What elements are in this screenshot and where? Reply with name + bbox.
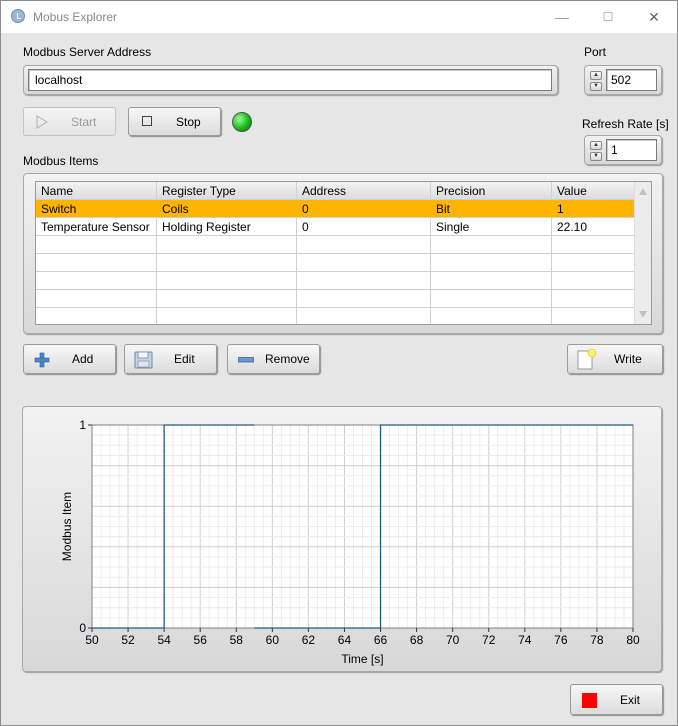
scroll-up-icon[interactable] — [639, 188, 647, 195]
table-row[interactable]: Temperature Sensor Holding Register 0 Si… — [36, 218, 634, 236]
port-input[interactable]: 502 — [606, 69, 657, 91]
refresh-rate-label: Refresh Rate [s] — [582, 117, 669, 131]
chevron-up-icon[interactable]: ▲ — [590, 71, 602, 80]
port-label: Port — [584, 45, 607, 59]
x-tick-label: 74 — [518, 633, 532, 647]
column-header-precision[interactable]: Precision — [431, 182, 552, 200]
window: Mobus Explorer — ☐ ✕ Modbus Server Addre… — [0, 0, 678, 726]
x-tick-label: 52 — [121, 633, 135, 647]
add-label: Add — [72, 352, 94, 366]
x-tick-label: 78 — [590, 633, 604, 647]
chevron-up-icon[interactable]: ▲ — [590, 141, 602, 150]
server-address-input[interactable]: localhost — [28, 69, 552, 91]
empty-row[interactable] — [36, 236, 634, 254]
server-address-label: Modbus Server Address — [23, 45, 152, 59]
modbus-items-label: Modbus Items — [23, 154, 99, 168]
cell-precision: Bit — [436, 202, 451, 216]
maximize-button[interactable]: ☐ — [585, 1, 631, 33]
cell-value: 1 — [557, 202, 564, 216]
server-address-frame: localhost — [23, 65, 558, 95]
write-button[interactable]: Write — [567, 344, 663, 374]
port-stepper[interactable]: ▲ ▼ — [590, 71, 602, 91]
remove-button[interactable]: Remove — [227, 344, 320, 374]
x-axis-label: Time [s] — [341, 652, 383, 666]
stop-icon — [582, 693, 597, 708]
write-label: Write — [614, 352, 642, 366]
cell-register-type: Coils — [162, 202, 189, 216]
modbus-items-table[interactable]: Name Register Type Address Precision Val… — [35, 181, 652, 325]
table-header: Name Register Type Address Precision Val… — [36, 182, 634, 200]
stop-icon — [142, 116, 152, 126]
x-tick-label: 50 — [85, 633, 99, 647]
main-panel: Modbus Server Address localhost Port ▲ ▼… — [1, 33, 677, 725]
app-icon — [11, 9, 25, 23]
add-button[interactable]: Add — [23, 344, 116, 374]
exit-label: Exit — [620, 692, 641, 707]
column-header-address[interactable]: Address — [297, 182, 431, 200]
cell-register-type: Holding Register — [157, 218, 297, 236]
chevron-down-icon[interactable]: ▼ — [590, 82, 602, 91]
title-bar[interactable]: Mobus Explorer — ☐ ✕ — [1, 1, 677, 33]
cell-name: Switch — [41, 202, 77, 216]
refresh-rate-stepper[interactable]: ▲ ▼ — [590, 141, 602, 161]
table-row[interactable]: Switch Coils 0 Bit 1 — [36, 200, 634, 218]
edit-label: Edit — [174, 352, 195, 366]
plus-icon — [34, 352, 50, 368]
modbus-items-frame: Name Register Type Address Precision Val… — [23, 173, 663, 334]
port-frame: ▲ ▼ 502 — [584, 65, 662, 95]
status-indicator — [232, 112, 252, 132]
x-tick-label: 58 — [230, 633, 244, 647]
x-tick-label: 66 — [374, 633, 388, 647]
column-header-value[interactable]: Value — [552, 182, 634, 200]
chart: 50 52 54 56 58 60 62 64 66 68 70 72 74 76 78 80 0 1 Time [… — [60, 418, 640, 666]
x-tick-label: 70 — [446, 633, 460, 647]
x-tick-label: 56 — [194, 633, 208, 647]
x-tick-label: 68 — [410, 633, 424, 647]
column-header-register-type[interactable]: Register Type — [157, 182, 297, 200]
minus-icon — [238, 357, 254, 363]
refresh-rate-input[interactable]: 1 — [606, 139, 657, 161]
exit-button[interactable]: Exit — [570, 684, 663, 715]
cell-value: 22.10 — [557, 220, 588, 234]
write-icon — [577, 348, 597, 370]
empty-row[interactable] — [36, 254, 634, 272]
table-scrollbar[interactable] — [634, 182, 651, 324]
x-tick-label: 76 — [554, 633, 568, 647]
y-axis-label: Modbus Item — [60, 492, 74, 561]
column-header-name[interactable]: Name — [36, 182, 157, 200]
stop-label: Stop — [176, 114, 201, 129]
window-title: Mobus Explorer — [33, 10, 118, 24]
refresh-rate-frame: ▲ ▼ 1 — [584, 135, 662, 165]
y-tick-label: 1 — [79, 418, 86, 432]
empty-row[interactable] — [36, 290, 634, 308]
x-tick-label: 54 — [157, 633, 171, 647]
x-tick-label: 62 — [302, 633, 316, 647]
cell-address: 0 — [297, 218, 431, 236]
start-button[interactable]: Start — [23, 107, 116, 136]
x-tick-label: 72 — [482, 633, 496, 647]
stop-button[interactable]: Stop — [128, 107, 221, 136]
chevron-down-icon[interactable]: ▼ — [590, 152, 602, 161]
empty-row[interactable] — [36, 272, 634, 290]
edit-button[interactable]: Edit — [124, 344, 217, 374]
minimize-button[interactable]: — — [539, 1, 585, 33]
scroll-down-icon[interactable] — [639, 311, 647, 318]
edit-icon — [134, 351, 153, 369]
empty-row[interactable] — [36, 308, 634, 324]
x-tick-label: 64 — [338, 633, 352, 647]
remove-label: Remove — [265, 352, 310, 366]
x-tick-label: 60 — [266, 633, 280, 647]
chart-frame: 50 52 54 56 58 60 62 64 66 68 70 72 74 76 78 80 0 1 Time [… — [22, 406, 662, 672]
start-label: Start — [71, 114, 97, 129]
x-tick-label: 80 — [626, 633, 640, 647]
cell-precision: Single — [431, 218, 552, 236]
cell-address: 0 — [302, 202, 309, 216]
close-button[interactable]: ✕ — [631, 1, 677, 33]
play-icon — [36, 115, 48, 129]
y-tick-label: 0 — [79, 621, 86, 635]
cell-name: Temperature Sensor — [36, 218, 157, 236]
